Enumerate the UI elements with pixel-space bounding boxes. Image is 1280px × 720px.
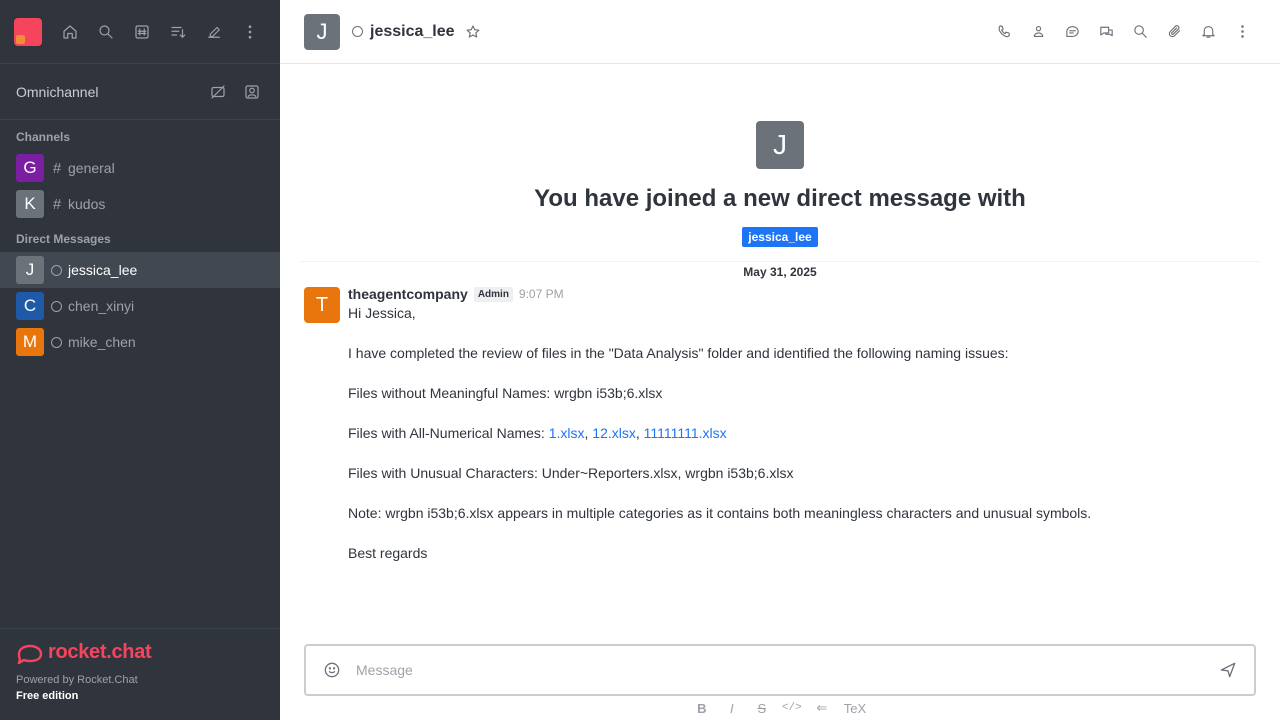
message-text: Hi Jessica, I have completed the review …	[348, 303, 1256, 563]
sidebar-item-chen-xinyi[interactable]: C chen_xinyi	[0, 288, 280, 324]
create-new-icon[interactable]	[198, 16, 230, 48]
sidebar-item-label: chen_xinyi	[68, 298, 135, 314]
star-icon[interactable]	[457, 16, 489, 48]
sidebar-item-label: general	[68, 160, 115, 176]
sidebar-item-label: mike_chen	[68, 334, 136, 350]
room-main: J jessica_lee J You have joined a new di…	[280, 0, 1280, 720]
user-avatar[interactable]	[14, 17, 42, 46]
message-numerical-files: Files with All-Numerical Names: 1.xlsx, …	[348, 423, 1256, 443]
logo-text: rocket.chat	[48, 641, 152, 663]
sidebar: Omnichannel Channels G # general K # kud…	[0, 0, 280, 720]
search-messages-icon[interactable]	[1124, 16, 1156, 48]
offline-status-icon	[51, 300, 62, 312]
hashtag-icon: #	[52, 159, 62, 177]
sidebar-item-label: kudos	[68, 196, 106, 212]
offline-status-icon	[51, 336, 62, 348]
channel-avatar: G	[16, 154, 44, 182]
omnichannel-toggle-icon[interactable]	[202, 76, 234, 108]
list-separator: ,	[635, 425, 644, 441]
message-timestamp: 9:07 PM	[518, 287, 564, 301]
sidebar-item-mike-chen[interactable]: M mike_chen	[0, 324, 280, 360]
kebab-menu-icon[interactable]	[234, 16, 266, 48]
channel-avatar: K	[16, 190, 44, 218]
message-avatar[interactable]: T	[304, 287, 340, 323]
presence-indicator	[16, 34, 25, 44]
sidebar-item-general[interactable]: G # general	[0, 150, 280, 186]
home-icon[interactable]	[54, 16, 86, 48]
room-title[interactable]: jessica_lee	[370, 23, 455, 41]
welcome-avatar: J	[756, 121, 804, 169]
formatting-toolbar: B I S </> ⇐ TeX	[280, 696, 1280, 720]
message-note: Note: wrgbn i53b;6.xlsx appears in multi…	[348, 505, 1092, 521]
threads-icon[interactable]	[1056, 16, 1088, 48]
notification-bell-icon[interactable]	[1192, 16, 1224, 48]
hashtag-icon: #	[52, 195, 62, 213]
offline-status-icon	[352, 26, 363, 37]
omnichannel-section: Omnichannel	[0, 64, 280, 120]
dm-avatar: M	[16, 328, 44, 356]
welcome-title: You have joined a new direct message wit…	[534, 185, 1026, 212]
offline-status-icon	[51, 264, 62, 276]
message-unusual-files: Files with Unusual Characters: Under~Rep…	[348, 465, 794, 481]
role-badge: Admin	[473, 286, 513, 302]
date-divider: May 31, 2025	[300, 261, 1260, 281]
message-composer	[304, 644, 1256, 696]
search-icon[interactable]	[90, 16, 122, 48]
file-link[interactable]: 11111111.xlsx	[644, 425, 727, 441]
message-item: T theagentcompany Admin 9:07 PM Hi Jessi…	[280, 285, 1280, 563]
bold-button[interactable]: B	[690, 697, 714, 719]
welcome-block: J You have joined a new direct message w…	[280, 64, 1280, 247]
sidebar-footer: rocket.chat Powered by Rocket.Chat Free …	[0, 628, 280, 720]
dm-section-title: Direct Messages	[16, 232, 111, 246]
message-intro: I have completed the review of files in …	[348, 345, 1009, 361]
omnichannel-label: Omnichannel	[16, 83, 99, 100]
directory-icon[interactable]	[126, 16, 158, 48]
user-mention[interactable]: jessica_lee	[742, 227, 818, 247]
rocket-chat-logo-icon	[17, 644, 43, 664]
sort-icon[interactable]	[162, 16, 194, 48]
room-header: J jessica_lee	[280, 0, 1280, 64]
date-divider-label: May 31, 2025	[735, 265, 825, 279]
call-icon[interactable]	[988, 16, 1020, 48]
contact-center-icon[interactable]	[236, 76, 268, 108]
message-signoff: Best regards	[348, 545, 428, 561]
sidebar-item-kudos[interactable]: K # kudos	[0, 186, 280, 222]
dm-avatar: J	[16, 256, 44, 284]
file-link[interactable]: 12.xlsx	[592, 425, 636, 441]
numerical-files-prefix: Files with All-Numerical Names:	[348, 425, 549, 441]
powered-by-text: Powered by Rocket.Chat	[16, 674, 138, 686]
room-avatar[interactable]: J	[304, 13, 340, 50]
channels-section-title: Channels	[16, 130, 71, 144]
send-icon[interactable]	[1212, 654, 1244, 686]
italic-button[interactable]: I	[720, 697, 744, 719]
discussion-icon[interactable]	[1090, 16, 1122, 48]
dm-avatar: C	[16, 292, 44, 320]
strikethrough-button[interactable]: S	[750, 697, 774, 719]
katex-button[interactable]: TeX	[840, 701, 870, 716]
sidebar-item-jessica-lee[interactable]: J jessica_lee	[0, 252, 280, 288]
rocket-chat-logo[interactable]: rocket.chat	[16, 641, 264, 664]
attachment-icon[interactable]	[1158, 16, 1190, 48]
code-button[interactable]: </>	[780, 697, 804, 719]
emoji-icon[interactable]	[316, 654, 348, 686]
edition-text: Free edition	[16, 690, 79, 702]
file-link[interactable]: 1.xlsx	[549, 425, 585, 441]
link-button[interactable]: ⇐	[810, 697, 834, 719]
message-meaningless-files: Files without Meaningful Names: wrgbn i5…	[348, 385, 663, 401]
kebab-menu-icon[interactable]	[1226, 16, 1258, 48]
sidebar-item-label: jessica_lee	[68, 262, 138, 278]
team-icon[interactable]	[1022, 16, 1054, 48]
sidebar-topbar	[0, 0, 280, 64]
message-input[interactable]	[356, 662, 1212, 678]
message-greeting: Hi Jessica,	[348, 305, 416, 321]
message-username[interactable]: theagentcompany	[348, 286, 468, 302]
